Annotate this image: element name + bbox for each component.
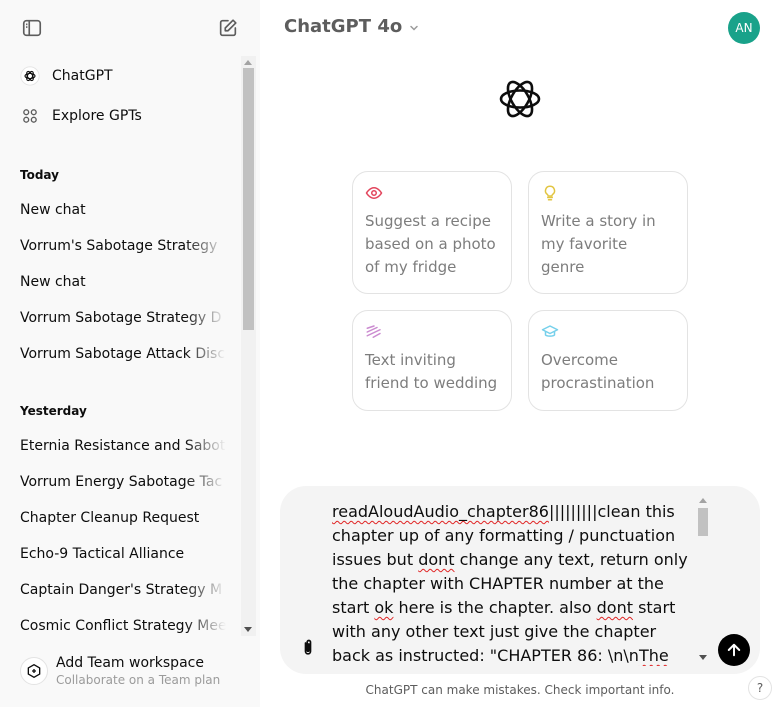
scroll-up-arrow-icon[interactable]	[699, 498, 707, 503]
suggestion-text: Overcome procrastination	[541, 351, 655, 392]
arrow-up-icon	[727, 643, 741, 657]
sidebar-header	[0, 0, 260, 56]
message-input[interactable]: readAloudAudio_chapter86|||||||||clean t…	[332, 500, 694, 666]
main-panel: ChatGPT 4o AN Suggest a recipe based on …	[260, 0, 780, 707]
chat-item[interactable]: New chat	[20, 200, 226, 220]
sidebar-toggle-icon	[22, 19, 42, 37]
suggestion-text: Write a story in my favorite genre	[541, 212, 656, 276]
graduation-cap-icon	[541, 323, 559, 341]
nav-chatgpt[interactable]: ChatGPT	[8, 58, 234, 94]
pen-icon	[365, 323, 383, 341]
chat-item[interactable]: Vorrum's Sabotage Strategy	[20, 236, 226, 256]
team-workspace-subtitle: Collaborate on a Team plan	[56, 673, 221, 687]
chat-item[interactable]: Echo-9 Tactical Alliance	[20, 544, 226, 564]
eye-icon	[365, 184, 383, 202]
chat-item[interactable]: Vorrum Sabotage Strategy D	[20, 308, 226, 328]
send-button[interactable]	[718, 634, 750, 666]
chat-history-list: ChatGPT Explore GPTs Today New chat Vorr…	[0, 56, 241, 636]
chat-item[interactable]: Captain Danger's Strategy M	[20, 580, 226, 600]
chat-item[interactable]: Vorrum Energy Sabotage Tac	[20, 472, 226, 492]
misspelled-word: The	[638, 646, 669, 665]
model-version: 4o	[377, 16, 403, 37]
suggestion-card-procrastination[interactable]: Overcome procrastination	[528, 310, 688, 411]
help-button[interactable]: ?	[748, 676, 772, 700]
chat-item[interactable]: New chat	[20, 272, 226, 292]
suggestion-card-story[interactable]: Write a story in my favorite genre	[528, 171, 688, 294]
message-composer: readAloudAudio_chapter86|||||||||clean t…	[280, 486, 760, 674]
nav-chatgpt-label: ChatGPT	[52, 68, 113, 84]
chat-item[interactable]: Cosmic Conflict Strategy Mee	[20, 616, 226, 636]
nav-explore-gpts-label: Explore GPTs	[52, 108, 142, 124]
sidebar: ChatGPT Explore GPTs Today New chat Vorr…	[0, 0, 260, 707]
scroll-up-arrow-icon[interactable]	[244, 60, 252, 65]
misspelled-word: ok	[374, 598, 394, 617]
sidebar-toggle-button[interactable]	[18, 14, 46, 42]
section-label-yesterday: Yesterday	[20, 404, 87, 418]
misspelled-word: readAloudAudio_chapter86	[332, 502, 549, 521]
sidebar-scrollbar[interactable]	[241, 56, 256, 636]
lightbulb-icon	[541, 184, 559, 202]
suggestion-text: Text inviting friend to wedding	[365, 351, 498, 392]
chatgpt-logo-icon	[18, 64, 42, 88]
paperclip-icon	[304, 639, 312, 655]
team-workspace-title: Add Team workspace	[56, 655, 204, 671]
misspelled-word: dont	[596, 598, 633, 617]
add-team-workspace-button[interactable]: Add Team workspace Collaborate on a Team…	[8, 646, 252, 696]
chat-item[interactable]: Eternia Resistance and Sabot	[20, 436, 226, 456]
message-text: here is the chapter. also	[393, 598, 597, 617]
suggestion-card-recipe[interactable]: Suggest a recipe based on a photo of my …	[352, 171, 512, 294]
suggestion-card-wedding[interactable]: Text inviting friend to wedding	[352, 310, 512, 411]
scrollbar-thumb[interactable]	[243, 68, 254, 330]
disclaimer-text: ChatGPT can make mistakes. Check importa…	[365, 683, 675, 697]
nav-explore-gpts[interactable]: Explore GPTs	[8, 98, 234, 134]
section-label-today: Today	[20, 168, 59, 182]
chat-item[interactable]: Chapter Cleanup Request	[20, 508, 226, 528]
suggestion-text: Suggest a recipe based on a photo of my …	[365, 212, 496, 276]
scrollbar-thumb[interactable]	[698, 508, 708, 536]
openai-logo-icon	[496, 75, 544, 123]
composer-scrollbar[interactable]	[696, 494, 710, 670]
attach-button[interactable]	[296, 636, 320, 660]
misspelled-word: dont	[418, 550, 455, 569]
edit-icon	[219, 19, 237, 37]
chevron-down-icon	[410, 25, 418, 31]
scroll-down-arrow-icon[interactable]	[244, 627, 252, 632]
model-name: ChatGPT	[284, 16, 372, 37]
team-workspace-icon	[20, 657, 48, 685]
new-chat-button[interactable]	[214, 14, 242, 42]
grid-icon	[18, 104, 42, 128]
chat-item[interactable]: Vorrum Sabotage Attack Disc	[20, 344, 226, 364]
user-avatar[interactable]: AN	[728, 12, 760, 44]
model-selector[interactable]: ChatGPT 4o	[284, 16, 420, 37]
scroll-down-arrow-icon[interactable]	[699, 655, 707, 660]
